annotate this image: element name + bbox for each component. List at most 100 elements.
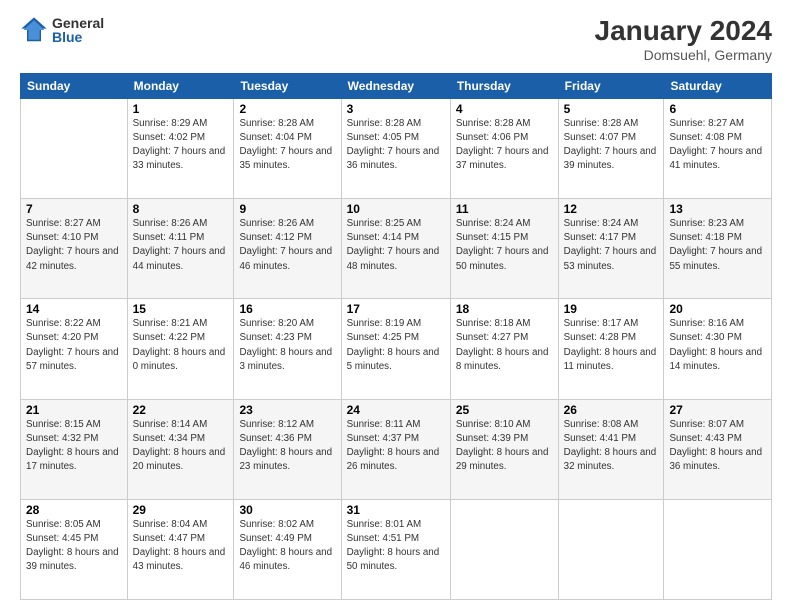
- day-cell: 26Sunrise: 8:08 AMSunset: 4:41 PMDayligh…: [558, 399, 664, 499]
- day-number: 20: [669, 302, 766, 316]
- day-info: Sunrise: 8:18 AMSunset: 4:27 PMDaylight:…: [456, 317, 553, 374]
- header-sunday: Sunday: [21, 73, 128, 98]
- day-info: Sunrise: 8:01 AMSunset: 4:51 PMDaylight:…: [347, 518, 445, 575]
- day-cell: 7Sunrise: 8:27 AMSunset: 4:10 PMDaylight…: [21, 199, 128, 299]
- day-number: 3: [347, 102, 445, 116]
- day-cell: 1Sunrise: 8:29 AMSunset: 4:02 PMDaylight…: [127, 98, 234, 198]
- title-block: January 2024 Domsuehl, Germany: [595, 16, 772, 63]
- day-info: Sunrise: 8:07 AMSunset: 4:43 PMDaylight:…: [669, 418, 766, 475]
- calendar-title: January 2024: [595, 16, 772, 47]
- day-info: Sunrise: 8:28 AMSunset: 4:05 PMDaylight:…: [347, 117, 445, 174]
- day-cell: 21Sunrise: 8:15 AMSunset: 4:32 PMDayligh…: [21, 399, 128, 499]
- day-number: 30: [239, 503, 335, 517]
- day-cell: 12Sunrise: 8:24 AMSunset: 4:17 PMDayligh…: [558, 199, 664, 299]
- day-cell: 25Sunrise: 8:10 AMSunset: 4:39 PMDayligh…: [450, 399, 558, 499]
- day-cell: 28Sunrise: 8:05 AMSunset: 4:45 PMDayligh…: [21, 499, 128, 599]
- day-cell: 14Sunrise: 8:22 AMSunset: 4:20 PMDayligh…: [21, 299, 128, 399]
- day-info: Sunrise: 8:29 AMSunset: 4:02 PMDaylight:…: [133, 117, 229, 174]
- day-cell: 5Sunrise: 8:28 AMSunset: 4:07 PMDaylight…: [558, 98, 664, 198]
- day-info: Sunrise: 8:23 AMSunset: 4:18 PMDaylight:…: [669, 217, 766, 274]
- day-info: Sunrise: 8:28 AMSunset: 4:06 PMDaylight:…: [456, 117, 553, 174]
- day-number: 6: [669, 102, 766, 116]
- calendar-table: Sunday Monday Tuesday Wednesday Thursday…: [20, 73, 772, 600]
- day-info: Sunrise: 8:19 AMSunset: 4:25 PMDaylight:…: [347, 317, 445, 374]
- day-info: Sunrise: 8:22 AMSunset: 4:20 PMDaylight:…: [26, 317, 122, 374]
- day-number: 9: [239, 202, 335, 216]
- day-cell: 19Sunrise: 8:17 AMSunset: 4:28 PMDayligh…: [558, 299, 664, 399]
- header-row: Sunday Monday Tuesday Wednesday Thursday…: [21, 73, 772, 98]
- day-number: 7: [26, 202, 122, 216]
- day-number: 26: [564, 403, 659, 417]
- day-number: 15: [133, 302, 229, 316]
- logo: General Blue: [20, 16, 104, 44]
- week-row-2: 14Sunrise: 8:22 AMSunset: 4:20 PMDayligh…: [21, 299, 772, 399]
- day-cell: 30Sunrise: 8:02 AMSunset: 4:49 PMDayligh…: [234, 499, 341, 599]
- day-number: 16: [239, 302, 335, 316]
- day-cell: 23Sunrise: 8:12 AMSunset: 4:36 PMDayligh…: [234, 399, 341, 499]
- day-number: 21: [26, 403, 122, 417]
- logo-icon: [20, 16, 48, 44]
- day-number: 11: [456, 202, 553, 216]
- day-number: 19: [564, 302, 659, 316]
- day-cell: 31Sunrise: 8:01 AMSunset: 4:51 PMDayligh…: [341, 499, 450, 599]
- day-cell: 9Sunrise: 8:26 AMSunset: 4:12 PMDaylight…: [234, 199, 341, 299]
- day-info: Sunrise: 8:25 AMSunset: 4:14 PMDaylight:…: [347, 217, 445, 274]
- day-info: Sunrise: 8:26 AMSunset: 4:11 PMDaylight:…: [133, 217, 229, 274]
- day-cell: 3Sunrise: 8:28 AMSunset: 4:05 PMDaylight…: [341, 98, 450, 198]
- day-cell: 13Sunrise: 8:23 AMSunset: 4:18 PMDayligh…: [664, 199, 772, 299]
- day-cell: [21, 98, 128, 198]
- day-info: Sunrise: 8:24 AMSunset: 4:17 PMDaylight:…: [564, 217, 659, 274]
- day-info: Sunrise: 8:28 AMSunset: 4:07 PMDaylight:…: [564, 117, 659, 174]
- day-cell: 20Sunrise: 8:16 AMSunset: 4:30 PMDayligh…: [664, 299, 772, 399]
- day-number: 13: [669, 202, 766, 216]
- header: General Blue January 2024 Domsuehl, Germ…: [20, 16, 772, 63]
- header-thursday: Thursday: [450, 73, 558, 98]
- day-info: Sunrise: 8:26 AMSunset: 4:12 PMDaylight:…: [239, 217, 335, 274]
- day-number: 27: [669, 403, 766, 417]
- day-cell: 22Sunrise: 8:14 AMSunset: 4:34 PMDayligh…: [127, 399, 234, 499]
- day-number: 14: [26, 302, 122, 316]
- week-row-3: 21Sunrise: 8:15 AMSunset: 4:32 PMDayligh…: [21, 399, 772, 499]
- day-cell: 4Sunrise: 8:28 AMSunset: 4:06 PMDaylight…: [450, 98, 558, 198]
- day-info: Sunrise: 8:21 AMSunset: 4:22 PMDaylight:…: [133, 317, 229, 374]
- day-cell: 27Sunrise: 8:07 AMSunset: 4:43 PMDayligh…: [664, 399, 772, 499]
- logo-text: General Blue: [52, 16, 104, 44]
- day-number: 2: [239, 102, 335, 116]
- day-cell: 18Sunrise: 8:18 AMSunset: 4:27 PMDayligh…: [450, 299, 558, 399]
- week-row-1: 7Sunrise: 8:27 AMSunset: 4:10 PMDaylight…: [21, 199, 772, 299]
- day-number: 5: [564, 102, 659, 116]
- header-saturday: Saturday: [664, 73, 772, 98]
- day-cell: [664, 499, 772, 599]
- day-number: 31: [347, 503, 445, 517]
- logo-general: General: [52, 16, 104, 30]
- day-info: Sunrise: 8:27 AMSunset: 4:10 PMDaylight:…: [26, 217, 122, 274]
- day-info: Sunrise: 8:14 AMSunset: 4:34 PMDaylight:…: [133, 418, 229, 475]
- header-wednesday: Wednesday: [341, 73, 450, 98]
- page: General Blue January 2024 Domsuehl, Germ…: [0, 0, 792, 612]
- day-info: Sunrise: 8:04 AMSunset: 4:47 PMDaylight:…: [133, 518, 229, 575]
- day-cell: 8Sunrise: 8:26 AMSunset: 4:11 PMDaylight…: [127, 199, 234, 299]
- day-info: Sunrise: 8:16 AMSunset: 4:30 PMDaylight:…: [669, 317, 766, 374]
- day-cell: 10Sunrise: 8:25 AMSunset: 4:14 PMDayligh…: [341, 199, 450, 299]
- day-number: 24: [347, 403, 445, 417]
- day-number: 25: [456, 403, 553, 417]
- day-cell: [558, 499, 664, 599]
- week-row-4: 28Sunrise: 8:05 AMSunset: 4:45 PMDayligh…: [21, 499, 772, 599]
- day-info: Sunrise: 8:10 AMSunset: 4:39 PMDaylight:…: [456, 418, 553, 475]
- day-number: 18: [456, 302, 553, 316]
- day-info: Sunrise: 8:24 AMSunset: 4:15 PMDaylight:…: [456, 217, 553, 274]
- day-info: Sunrise: 8:17 AMSunset: 4:28 PMDaylight:…: [564, 317, 659, 374]
- day-number: 1: [133, 102, 229, 116]
- week-row-0: 1Sunrise: 8:29 AMSunset: 4:02 PMDaylight…: [21, 98, 772, 198]
- day-info: Sunrise: 8:28 AMSunset: 4:04 PMDaylight:…: [239, 117, 335, 174]
- logo-blue: Blue: [52, 30, 104, 44]
- day-info: Sunrise: 8:02 AMSunset: 4:49 PMDaylight:…: [239, 518, 335, 575]
- day-number: 22: [133, 403, 229, 417]
- day-cell: 11Sunrise: 8:24 AMSunset: 4:15 PMDayligh…: [450, 199, 558, 299]
- header-tuesday: Tuesday: [234, 73, 341, 98]
- day-info: Sunrise: 8:12 AMSunset: 4:36 PMDaylight:…: [239, 418, 335, 475]
- day-number: 10: [347, 202, 445, 216]
- day-number: 23: [239, 403, 335, 417]
- day-number: 29: [133, 503, 229, 517]
- day-cell: 17Sunrise: 8:19 AMSunset: 4:25 PMDayligh…: [341, 299, 450, 399]
